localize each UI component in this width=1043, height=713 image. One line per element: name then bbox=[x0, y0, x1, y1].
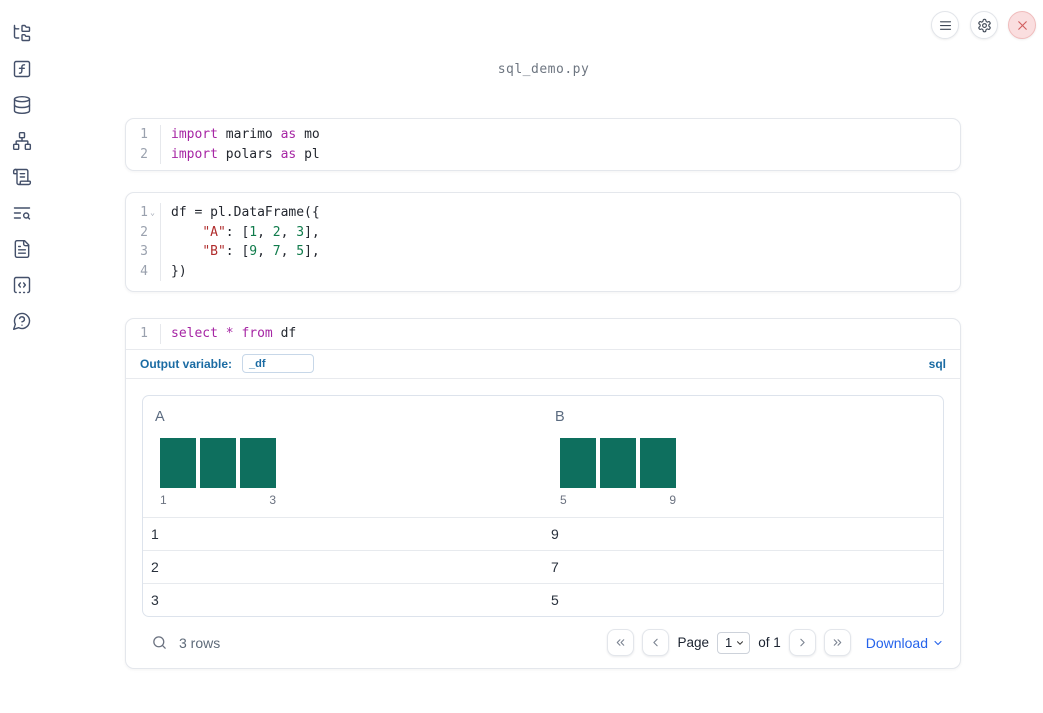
sql-cell[interactable]: 1 select * from df Output variable: _df … bbox=[125, 318, 961, 670]
code-snippet-icon[interactable] bbox=[12, 275, 32, 295]
file-text-icon[interactable] bbox=[12, 239, 32, 259]
menu-button[interactable] bbox=[931, 11, 959, 39]
column-header-b[interactable]: B 59 bbox=[543, 396, 943, 517]
column-header-a[interactable]: A 13 bbox=[143, 396, 543, 517]
histogram-bar bbox=[240, 437, 276, 488]
chevron-down-icon bbox=[737, 641, 744, 645]
column-a-histogram bbox=[160, 437, 276, 488]
function-square-icon[interactable] bbox=[12, 59, 32, 79]
table-footer: 3 rows Page 1 of 1 Download bbox=[142, 617, 944, 668]
shutdown-button[interactable] bbox=[1008, 11, 1036, 39]
line-number-gutter: 1 bbox=[140, 326, 148, 341]
chevron-down-icon bbox=[934, 640, 942, 645]
chevrons-left-icon bbox=[617, 639, 625, 647]
column-label: A bbox=[155, 408, 165, 425]
code-editor[interactable]: df = pl.DataFrame({ "A": [1, 2, 3], "B":… bbox=[161, 203, 320, 281]
settings-button[interactable] bbox=[970, 11, 998, 39]
page-select[interactable]: 1 bbox=[716, 631, 751, 654]
output-variable-label: Output variable: bbox=[140, 356, 233, 371]
histogram-bar bbox=[600, 437, 636, 488]
output-variable-input[interactable]: _df bbox=[242, 354, 315, 373]
chevrons-right-icon bbox=[833, 639, 842, 647]
network-graph-icon[interactable] bbox=[12, 131, 32, 151]
code-cell-imports[interactable]: 1 2 import marimo as mo import polars as… bbox=[125, 118, 961, 171]
notebook-filename[interactable]: sql_demo.py bbox=[44, 62, 1043, 77]
column-b-histogram bbox=[560, 437, 676, 488]
last-page-button[interactable] bbox=[823, 629, 851, 657]
chevron-right-icon bbox=[800, 639, 805, 647]
page-label: Page bbox=[677, 635, 709, 651]
list-search-icon[interactable] bbox=[12, 203, 32, 223]
code-cell-dataframe[interactable]: 1 ⌄ 2 3 4 df = pl.DataFrame({ "A": [1, 2,… bbox=[125, 192, 961, 292]
dataframe-table: A 13 B 5 9 1 9 2 7 3 5 bbox=[142, 394, 944, 618]
help-bubble-icon[interactable] bbox=[12, 311, 32, 331]
first-page-button[interactable] bbox=[607, 629, 635, 657]
line-number-gutter: 1 ⌄ 2 3 4 bbox=[126, 203, 160, 281]
cell-output: A 13 B 5 9 1 9 2 7 3 5 3 rows Page 1 of … bbox=[126, 379, 960, 669]
histogram-bar bbox=[160, 437, 196, 488]
line-number-gutter: 1 2 bbox=[140, 127, 148, 162]
settings-gear-icon bbox=[977, 18, 991, 32]
histogram-bar bbox=[560, 437, 596, 488]
output-variable-row: Output variable: _df sql bbox=[126, 350, 960, 379]
row-count: 3 rows bbox=[179, 634, 221, 651]
helper-panel-sidebar bbox=[0, 0, 44, 713]
fold-chevron-icon: ⌄ bbox=[150, 208, 155, 217]
histogram-bar bbox=[640, 437, 676, 488]
table-header: A 13 B 5 9 bbox=[143, 396, 943, 517]
prev-page-button[interactable] bbox=[642, 629, 670, 657]
sql-language-badge: sql bbox=[928, 356, 946, 371]
table-row[interactable]: 1 9 bbox=[143, 516, 943, 550]
code-editor[interactable]: import marimo as mo import polars as pl bbox=[161, 125, 320, 164]
search-icon[interactable] bbox=[151, 634, 168, 651]
menu-icon bbox=[939, 20, 951, 30]
histogram-bar bbox=[200, 437, 236, 488]
next-page-button[interactable] bbox=[788, 629, 816, 657]
download-button[interactable]: Download bbox=[866, 635, 944, 651]
database-icon[interactable] bbox=[12, 95, 32, 115]
sql-editor[interactable]: select * from df bbox=[161, 324, 296, 344]
scroll-icon[interactable] bbox=[12, 167, 32, 187]
shutdown-close-icon bbox=[1017, 20, 1027, 30]
chevron-left-icon bbox=[653, 639, 659, 647]
histogram-axis-labels: 13 bbox=[160, 492, 276, 507]
histogram-axis-labels: 59 bbox=[560, 492, 676, 507]
page-of-label: of 1 bbox=[758, 635, 781, 651]
table-row[interactable]: 3 5 bbox=[143, 583, 943, 616]
file-tree-icon[interactable] bbox=[12, 23, 32, 43]
table-row[interactable]: 2 7 bbox=[143, 549, 943, 583]
column-label: B bbox=[555, 408, 565, 425]
